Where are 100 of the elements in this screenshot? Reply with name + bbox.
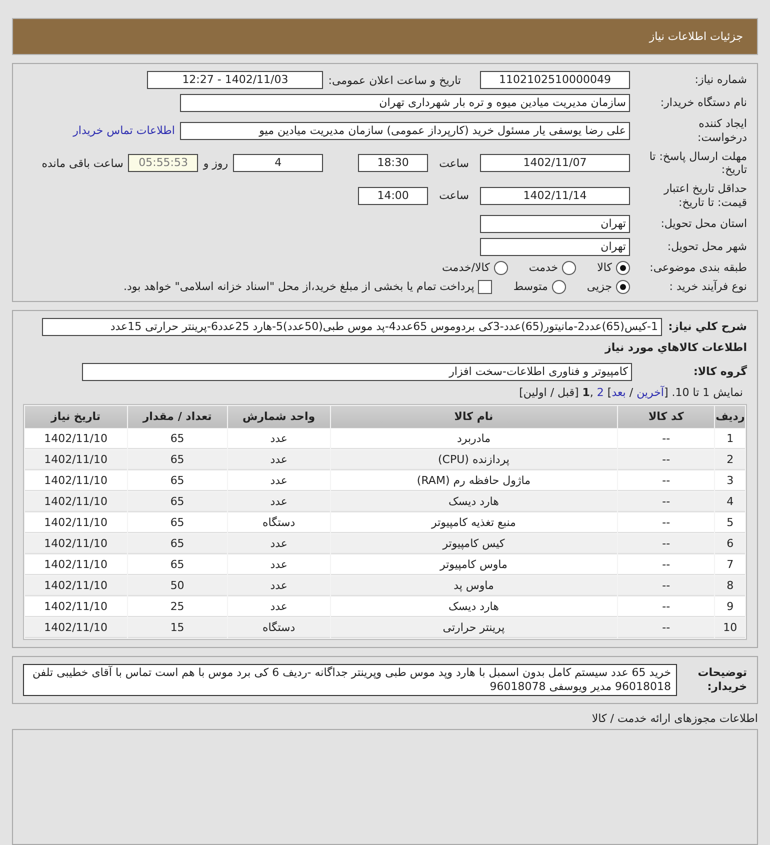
days-field[interactable]: 4 [233,154,324,172]
field-label: استان محل تحویل: [660,216,747,230]
buyer-name-field[interactable]: سازمان مدیریت میادین میوه و تره بار شهرداری تهران [180,94,630,112]
field-label: ساعت [439,189,469,202]
need-number-field[interactable]: 1102102510000049 [480,71,630,89]
table-cell: 1402/11/10 [25,428,127,448]
field-label: طبقه بندی موضوعی: [648,260,747,274]
buyer-notes-field[interactable]: خرید 65 عدد سیستم کامل بدون اسمبل با هارد وپد موس طبی وپرینتر جداگانه -ردیف 6 کی برد موس با هم است تماس با آقای خطیبی تلفن 96018018 مدیر ویوسفی 96018078 [23,664,677,696]
table-cell: عدد [228,534,330,554]
field-label: ساعت [439,156,469,170]
checkbox-label: پرداخت تمام یا بخشی از مبلغ خرید،از محل "اسناد خزانه اسلامی" خواهد بود. [124,280,474,293]
column-header: نام کالا [330,406,617,428]
table-cell: -- [618,554,714,574]
table-cell: 25 [128,596,228,616]
province-field[interactable]: تهران [480,214,630,232]
radio-button[interactable] [494,260,508,274]
table-cell: 1402/11/10 [25,618,127,638]
radio-button[interactable] [552,280,566,294]
column-header: واحد شمارش [228,406,330,428]
table-cell: 1 [715,428,745,448]
table-cell: -- [618,576,714,596]
table-cell: 1402/11/10 [25,450,127,470]
table-cell: 65 [128,534,228,554]
field-label: ایجاد کننده درخواست: [696,117,747,144]
table-cell: ماوس پد [330,576,617,596]
radio-button[interactable] [562,260,576,274]
table-cell: 9 [715,596,745,616]
page-title: جزئیات اطلاعات نیاز [13,19,757,54]
table-cell: -- [618,534,714,554]
table-cell: 1402/11/10 [25,492,127,512]
field-label: گروه کالا: [692,364,747,378]
radio-label: جزیی [586,280,612,293]
table-cell: کیس کامپیوتر [330,534,617,554]
table-cell: 10 [715,618,745,638]
table-cell: -- [618,512,714,532]
field-label: شماره نیاز: [694,73,747,87]
time-field[interactable]: 14:00 [358,186,428,205]
table-cell: 50 [128,576,228,596]
page-link[interactable]: آخرین [636,386,664,398]
table-cell: 5 [715,512,745,532]
table-cell: عدد [228,428,330,448]
table-cell: عدد [228,470,330,490]
radio-label: خدمت [528,261,558,274]
buyer-contact-link[interactable]: اطلاعات تماس خریدار [73,124,175,138]
table-cell: -- [618,450,714,470]
table-cell: -- [618,470,714,490]
table-cell: عدد [228,596,330,616]
column-header: تاریخ نیاز [25,406,127,428]
table-cell: 1402/11/10 [25,576,127,596]
table-cell: 65 [128,428,228,448]
field-label: تاریخ و ساعت اعلان عمومی: [328,74,461,86]
table-cell: 6 [715,534,745,554]
table-cell: 1402/11/10 [25,512,127,532]
radio-button[interactable] [616,280,630,294]
field-label: حداقل تاریخ اعتبار قیمت: تا تاریخ: [662,182,747,210]
time-field[interactable]: 18:30 [358,154,428,172]
table-cell: 65 [128,450,228,470]
page-link[interactable]: بعد [612,386,626,398]
table-cell: -- [618,618,714,638]
announce-date-field[interactable]: 1402/11/03 - 12:27 [147,71,324,89]
page-link[interactable]: 2 [596,386,604,398]
table-cell: عدد [228,576,330,596]
creator-field[interactable]: علی رضا یوسفی یار مسئول خرید (کارپرداز عمومی) سازمان مدیریت میادین میو [180,122,630,140]
table-cell: ماوس کامپیوتر [330,554,617,574]
table-cell: 7 [715,554,745,574]
column-header: تعداد / مقدار [128,406,228,428]
column-header: ردیف [715,406,745,428]
radio-button[interactable] [616,260,630,274]
section-title: اطلاعات کالاهاي مورد نياز [604,340,747,354]
remaining-time-field[interactable]: 05:55:53 [128,154,198,172]
table-cell: هارد دیسک [330,492,617,512]
table-cell: ماژول حافظه رم (RAM) [330,470,617,490]
table-cell: 65 [128,512,228,532]
table-cell: 65 [128,492,228,512]
checkbox[interactable] [478,280,492,294]
radio-label: کالا [597,261,612,274]
section-title: اطلاعات مجوزهای ارائه خدمت / کالا [590,712,758,726]
table-cell: 4 [715,492,745,512]
table-cell: پرینتر حرارتی [330,618,617,638]
field-label: نام دستگاه خریدار: [659,96,747,110]
radio-label: کالا/خدمت [442,261,490,274]
table-cell: -- [618,428,714,448]
city-field[interactable]: تهران [480,238,630,256]
field-label: روز و [203,156,228,170]
table-cell: 65 [128,470,228,490]
table-cell: 1402/11/10 [25,596,127,616]
date-field[interactable]: 1402/11/07 [480,154,630,172]
date-field[interactable]: 1402/11/14 [480,186,630,205]
table-cell: هارد دیسک [330,596,617,616]
table-cell: 1402/11/10 [25,534,127,554]
table-cell: عدد [228,554,330,574]
table-cell: -- [618,596,714,616]
table-cell: پردازنده (CPU) [330,450,617,470]
table-cell: عدد [228,492,330,512]
description-field[interactable]: 1-کیس(65)عدد2-مانیتور(65)عدد-3کی بردوموس 65عدد4-پد موس طبی(50عدد)5-هارد 25عدد6-پرینتر حرارتی 15عدد [42,318,662,336]
table-cell: 8 [715,576,745,596]
table-cell: 15 [128,618,228,638]
goods-group-field[interactable]: کامپیوتر و فناوری اطلاعات-سخت افزار [82,362,632,380]
column-header: کد کالا [618,406,714,428]
table-cell: 2 [715,450,745,470]
